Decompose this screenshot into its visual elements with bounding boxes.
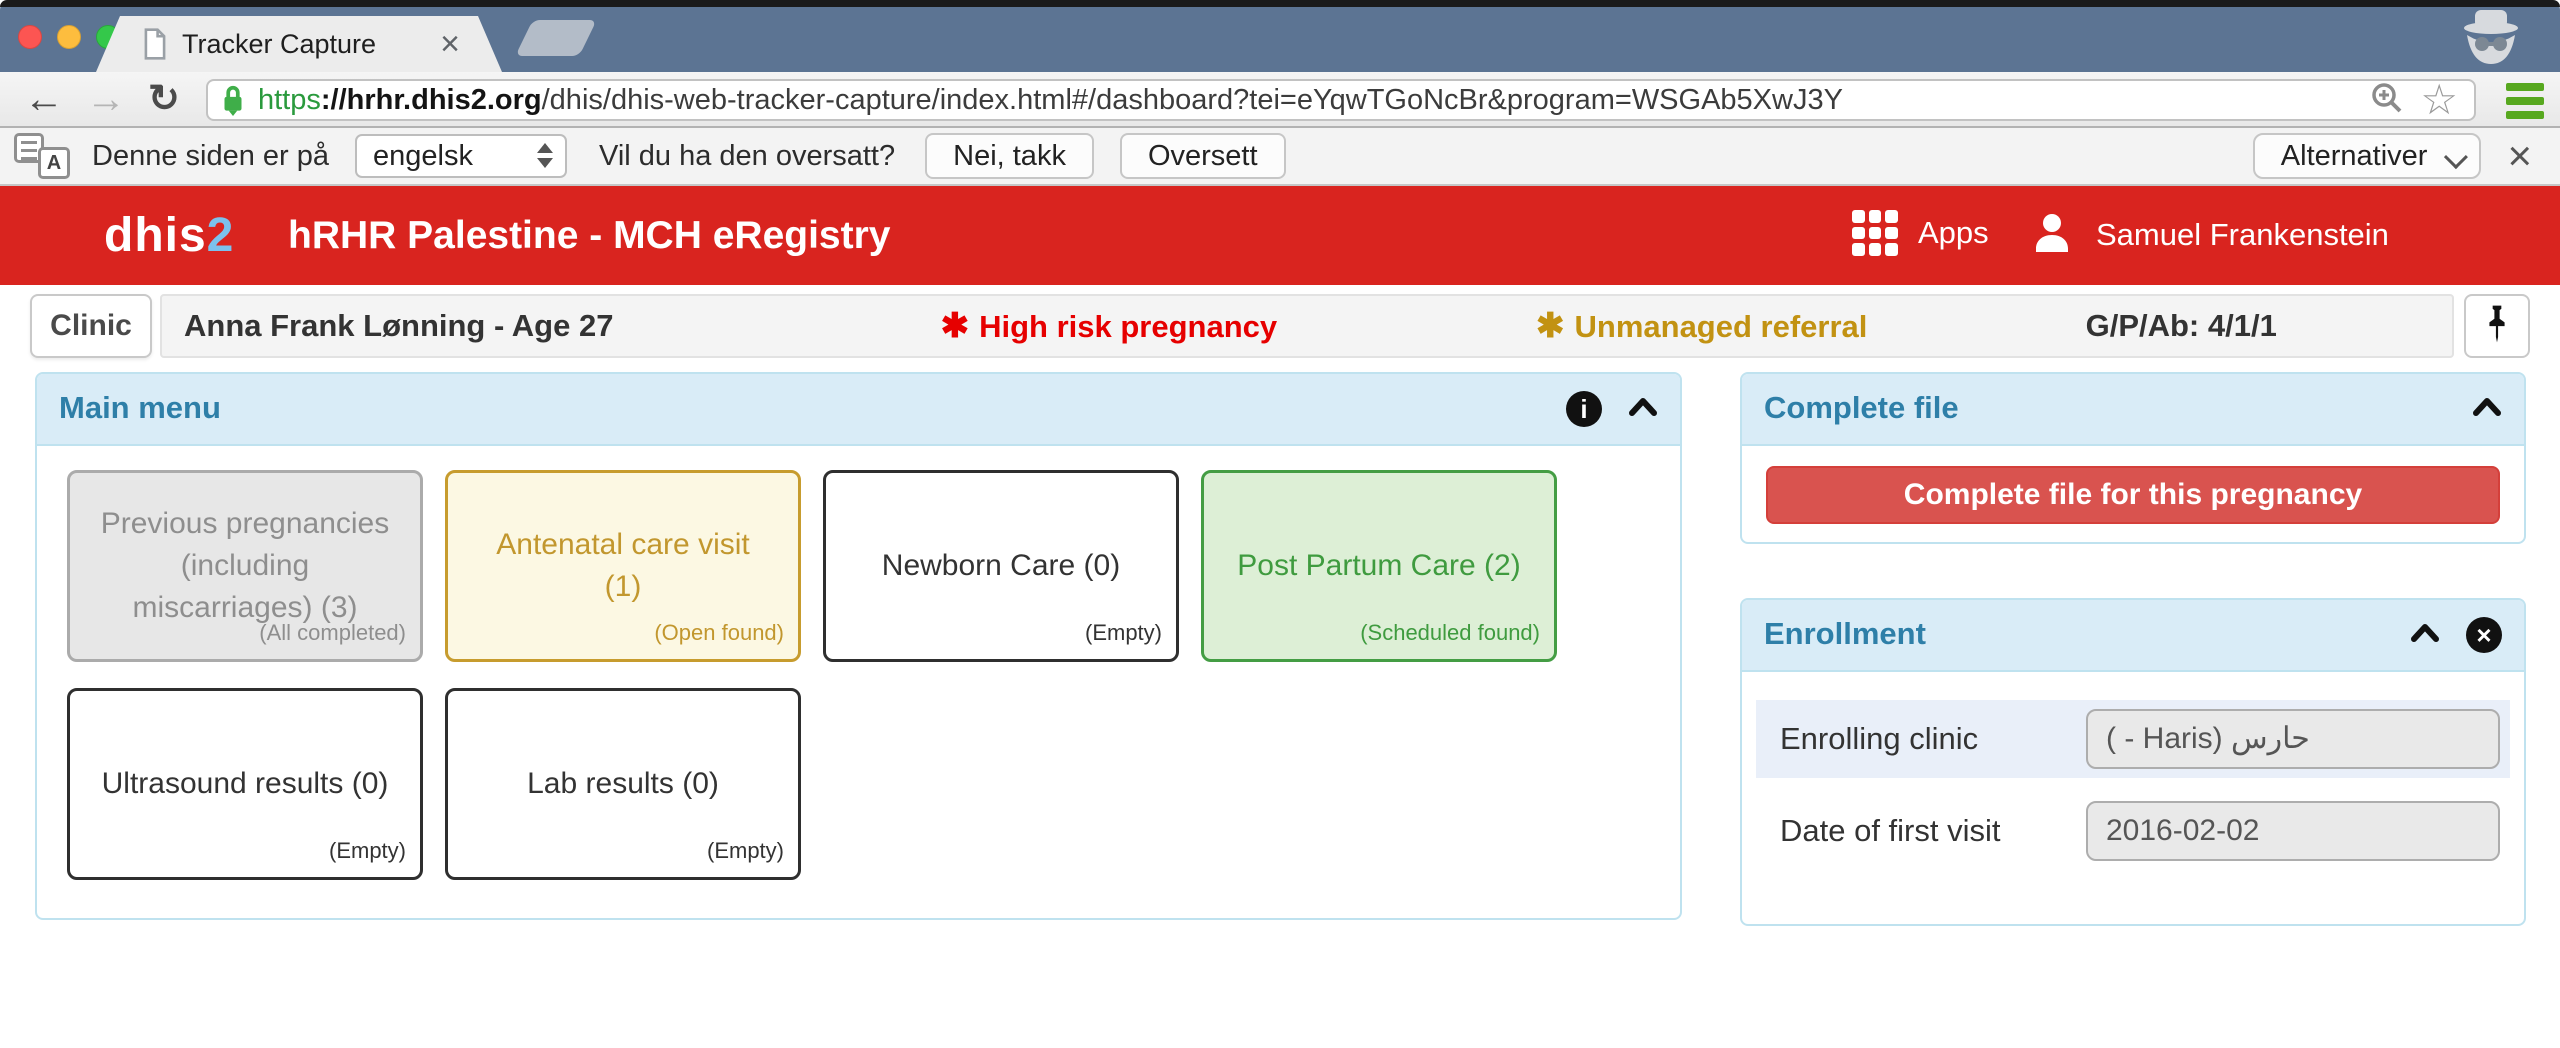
card-label: Ultrasound results (0) — [101, 767, 389, 800]
translate-question: Vil du ha den oversatt? — [599, 139, 896, 172]
zoom-page-icon[interactable] — [2368, 79, 2406, 122]
app-header: dhis2 hRHR Palestine - MCH eRegistry App… — [0, 186, 2560, 285]
asterisk-icon: ✱ — [1536, 307, 1565, 345]
card-status: (Empty) — [707, 838, 784, 864]
translate-infobar: A Denne siden er på engelsk Vil du ha de… — [0, 128, 2560, 186]
browser-tab[interactable]: Tracker Capture × — [96, 16, 502, 72]
org-unit-button[interactable]: Clinic — [30, 294, 152, 358]
apps-grid-icon — [1852, 210, 1898, 256]
browser-tab-bar: Tracker Capture × — [0, 0, 2560, 72]
card-label: Previous pregnancies (including miscarri… — [100, 507, 390, 624]
window-top-edge — [0, 0, 2560, 7]
patient-name: Anna Frank Lønning - Age 27 — [184, 308, 614, 343]
reload-button[interactable]: ↻ — [148, 74, 180, 124]
window-close-button[interactable] — [18, 25, 42, 49]
translate-options-button[interactable]: Alternativer — [2252, 133, 2482, 179]
date-of-first-visit-field: 2016-02-02 — [2086, 801, 2500, 861]
forward-button[interactable]: → — [86, 74, 126, 124]
chevron-down-icon — [2444, 145, 2469, 170]
date-of-first-visit-row: Date of first visit 2016-02-02 — [1756, 792, 2510, 870]
card-status: (Empty) — [329, 838, 406, 864]
enrollment-header[interactable]: Enrollment × — [1742, 600, 2524, 672]
card-label: Post Partum Care (2) — [1237, 549, 1521, 582]
user-name: Samuel Frankenstein — [2096, 216, 2389, 252]
card-label: Newborn Care (0) — [881, 549, 1121, 582]
complete-file-widget: Complete file Complete file for this pre… — [1740, 372, 2526, 544]
dhis2-logo[interactable]: dhis2 — [104, 208, 234, 263]
translate-message: Denne siden er på — [92, 139, 329, 172]
card-ultrasound-results[interactable]: Ultrasound results (0) (Empty) — [67, 688, 423, 880]
address-bar-actions: ☆ — [2368, 79, 2474, 122]
pin-widget-button[interactable] — [2464, 294, 2530, 358]
window-minimize-button[interactable] — [57, 25, 81, 49]
incognito-icon — [2448, 8, 2534, 71]
back-button[interactable]: ← — [24, 74, 64, 124]
main-menu-header[interactable]: Main menu i — [37, 374, 1680, 446]
main-menu-widget: Main menu i Previous pregnancies (includ… — [35, 372, 1682, 920]
url-domain: ://hrhr.dhis2.org — [320, 83, 542, 116]
translate-decline-button[interactable]: Nei, takk — [925, 133, 1094, 179]
app-title: hRHR Palestine - MCH eRegistry — [288, 214, 891, 257]
translate-accept-button[interactable]: Oversett — [1119, 133, 1286, 179]
gpab-value: G/P/Ab: 4/1/1 — [2085, 308, 2277, 343]
collapse-chevron-up-icon[interactable] — [1628, 396, 1658, 423]
secure-lock-icon[interactable] — [220, 83, 246, 117]
url-text: https://hrhr.dhis2.org/dhis/dhis-web-tra… — [258, 84, 1843, 117]
language-select-value: engelsk — [373, 140, 473, 172]
enrollment-widget: Enrollment × Enrolling clinic ( - Haris)… — [1740, 598, 2526, 926]
apps-label: Apps — [1918, 215, 1989, 250]
card-status: (Scheduled found) — [1360, 620, 1540, 646]
translate-close-icon[interactable]: × — [2507, 135, 2532, 177]
patient-info-bar: Anna Frank Lønning - Age 27 ✱ High risk p… — [160, 294, 2454, 358]
card-status: (Open found) — [654, 620, 784, 646]
card-lab-results[interactable]: Lab results (0) (Empty) — [445, 688, 801, 880]
card-previous-pregnancies[interactable]: Previous pregnancies (including miscarri… — [67, 470, 423, 662]
program-stage-cards: Previous pregnancies (including miscarri… — [67, 470, 1557, 880]
browser-menu-button[interactable] — [2506, 83, 2544, 119]
tab-close-icon[interactable]: × — [440, 27, 460, 61]
pushpin-icon — [2484, 304, 2510, 349]
complete-file-header[interactable]: Complete file — [1742, 374, 2524, 446]
language-select[interactable]: engelsk — [355, 134, 567, 178]
complete-file-button[interactable]: Complete file for this pregnancy — [1766, 466, 2500, 524]
enrolling-clinic-row: Enrolling clinic ( - Haris) حارس — [1756, 700, 2510, 778]
date-of-first-visit-label: Date of first visit — [1780, 813, 2001, 848]
tab-title: Tracker Capture — [182, 28, 377, 59]
enrolling-clinic-label: Enrolling clinic — [1780, 721, 1979, 756]
card-label: Antenatal care visit (1) — [496, 528, 750, 603]
close-widget-icon[interactable]: × — [2466, 617, 2502, 653]
user-icon — [2028, 208, 2076, 261]
collapse-chevron-up-icon[interactable] — [2410, 622, 2440, 649]
card-antenatal-care-visit[interactable]: Antenatal care visit (1) (Open found) — [445, 470, 801, 662]
new-tab-button[interactable] — [515, 20, 597, 56]
window-controls — [18, 25, 120, 49]
main-menu-title: Main menu — [59, 390, 221, 425]
high-risk-flag: ✱ High risk pregnancy — [940, 307, 1278, 345]
url-path: /dhis/dhis-web-tracker-capture/index.htm… — [541, 83, 1843, 116]
patient-summary-bar: Clinic Anna Frank Lønning - Age 27 ✱ High… — [0, 285, 2560, 370]
enrolling-clinic-field: ( - Haris) حارس — [2086, 709, 2500, 769]
card-status: (Empty) — [1085, 620, 1162, 646]
card-newborn-care[interactable]: Newborn Care (0) (Empty) — [823, 470, 1179, 662]
bookmark-star-icon[interactable]: ☆ — [2420, 79, 2458, 121]
screen: Tracker Capture × ← → ↻ https://hrhr.dhi… — [0, 0, 2560, 1048]
select-arrows-icon — [537, 143, 553, 168]
card-status: (All completed) — [259, 620, 406, 646]
url-scheme: https — [258, 83, 321, 116]
asterisk-icon: ✱ — [940, 307, 970, 345]
complete-file-title: Complete file — [1764, 390, 1959, 425]
page-favicon-icon — [142, 28, 168, 60]
info-icon[interactable]: i — [1566, 391, 1602, 427]
enrollment-title: Enrollment — [1764, 616, 1926, 651]
address-bar[interactable]: https://hrhr.dhis2.org/dhis/dhis-web-tra… — [206, 79, 2476, 121]
card-label: Lab results (0) — [527, 767, 719, 800]
collapse-chevron-up-icon[interactable] — [2472, 396, 2502, 423]
translate-icon: A — [14, 133, 70, 179]
unmanaged-referral-flag: ✱ Unmanaged referral — [1536, 307, 1868, 345]
card-post-partum-care[interactable]: Post Partum Care (2) (Scheduled found) — [1201, 470, 1557, 662]
browser-toolbar: ← → ↻ https://hrhr.dhis2.org/dhis/dhis-w… — [0, 72, 2560, 128]
apps-menu[interactable]: Apps — [1852, 210, 1989, 256]
user-menu[interactable]: Samuel Frankenstein — [2028, 208, 2389, 261]
